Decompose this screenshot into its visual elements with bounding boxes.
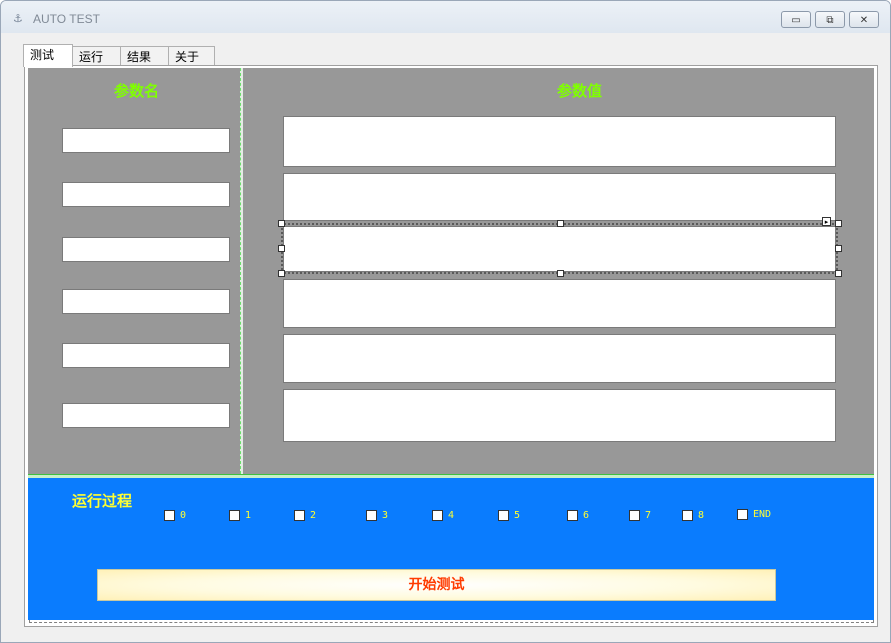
checkbox-square[interactable] <box>294 510 305 521</box>
param-value-field-4[interactable] <box>283 279 836 328</box>
param-name-field-5[interactable] <box>62 343 230 368</box>
step-checkbox-1[interactable]: 1 <box>229 510 251 521</box>
maximize-button[interactable]: ⧉ <box>815 11 845 28</box>
step-label: 0 <box>180 510 187 521</box>
smart-tag-arrow-icon[interactable]: ▸ <box>822 217 831 226</box>
process-label: 运行过程 <box>72 492 133 510</box>
checkbox-square[interactable] <box>164 510 175 521</box>
tab-run[interactable]: 运行 <box>72 46 121 66</box>
step-label: 6 <box>583 510 590 521</box>
step-label: 7 <box>645 510 652 521</box>
step-checkbox-5[interactable]: 5 <box>498 510 520 521</box>
start-test-button[interactable]: 开始测试 <box>97 569 776 601</box>
param-name-field-3[interactable] <box>62 237 230 262</box>
step-checkbox-6[interactable]: 6 <box>567 510 589 521</box>
window-title: AUTO TEST <box>33 12 100 26</box>
checkbox-square[interactable] <box>737 509 748 520</box>
param-name-field-6[interactable] <box>62 403 230 428</box>
step-label: END <box>753 509 772 520</box>
step-checkbox-7[interactable]: 7 <box>629 510 651 521</box>
param-value-field-5[interactable] <box>283 334 836 383</box>
checkbox-square[interactable] <box>366 510 377 521</box>
checkbox-square[interactable] <box>682 510 693 521</box>
minimize-button[interactable]: ▭ <box>781 11 811 28</box>
step-label: 2 <box>310 510 317 521</box>
step-checkbox-end[interactable]: END <box>737 509 771 520</box>
step-checkbox-3[interactable]: 3 <box>366 510 388 521</box>
tab-test[interactable]: 测试 <box>23 44 73 67</box>
param-value-field-6[interactable] <box>283 389 836 442</box>
param-value-header: 参数值 <box>557 82 603 100</box>
param-name-field-4[interactable] <box>62 289 230 314</box>
step-checkbox-4[interactable]: 4 <box>432 510 454 521</box>
param-value-field-1[interactable] <box>283 116 836 167</box>
resize-handle-top-left[interactable] <box>278 220 285 227</box>
step-label: 5 <box>514 510 521 521</box>
param-value-field-2[interactable] <box>283 173 836 221</box>
app-icon: ⚓ <box>13 12 23 25</box>
param-name-header: 参数名 <box>114 82 160 100</box>
checkbox-square[interactable] <box>567 510 578 521</box>
resize-handle-bottom-left[interactable] <box>278 270 285 277</box>
resize-handle-bottom-right[interactable] <box>835 270 842 277</box>
step-label: 8 <box>698 510 705 521</box>
resize-handle-left[interactable] <box>278 245 285 252</box>
step-label: 4 <box>448 510 455 521</box>
tab-about[interactable]: 关于 <box>168 46 215 66</box>
step-checkbox-8[interactable]: 8 <box>682 510 704 521</box>
resize-handle-top-right[interactable] <box>835 220 842 227</box>
checkbox-square[interactable] <box>498 510 509 521</box>
tab-results[interactable]: 结果 <box>120 46 169 66</box>
close-button[interactable]: ✕ <box>849 11 879 28</box>
resize-handle-bottom[interactable] <box>557 270 564 277</box>
checkbox-square[interactable] <box>432 510 443 521</box>
step-label: 1 <box>245 510 252 521</box>
resize-handle-right[interactable] <box>835 245 842 252</box>
resize-handle-top[interactable] <box>557 220 564 227</box>
step-checkbox-0[interactable]: 0 <box>164 510 186 521</box>
checkbox-square[interactable] <box>229 510 240 521</box>
checkbox-square[interactable] <box>629 510 640 521</box>
title-bar[interactable]: ⚓ AUTO TEST ▭ ⧉ ✕ <box>1 1 890 33</box>
param-name-field-2[interactable] <box>62 182 230 207</box>
param-name-field-1[interactable] <box>62 128 230 153</box>
selection-outline <box>281 223 838 274</box>
step-checkbox-2[interactable]: 2 <box>294 510 316 521</box>
step-label: 3 <box>382 510 389 521</box>
